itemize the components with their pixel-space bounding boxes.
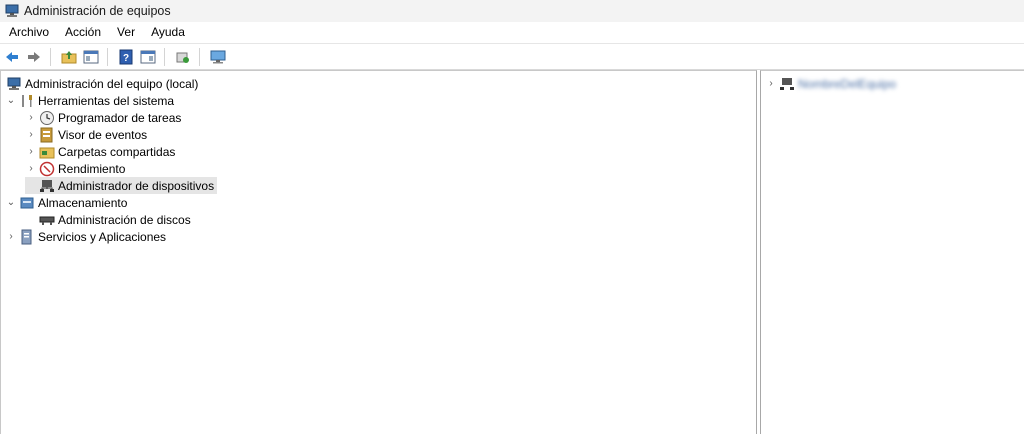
toolbar-separator — [50, 47, 51, 66]
forward-button[interactable] — [24, 47, 44, 67]
tree-item-task-scheduler[interactable]: › Programador de tareas — [25, 109, 181, 126]
menu-accion[interactable]: Acción — [57, 22, 109, 43]
help-icon: ? — [119, 49, 133, 64]
toolbar-separator — [107, 47, 108, 66]
clock-icon — [40, 110, 54, 125]
tree-item-label: Servicios y Aplicaciones — [38, 229, 167, 244]
up-folder-button[interactable] — [59, 47, 79, 67]
disk-management-icon — [39, 216, 55, 225]
computer-management-icon — [7, 77, 21, 90]
services-icon — [21, 229, 32, 244]
tree-item-label: Rendimiento — [58, 161, 126, 176]
properties-pane-icon — [140, 50, 156, 63]
menu-bar: Archivo Acción Ver Ayuda — [0, 22, 1024, 44]
tree-item-storage[interactable]: ⌄ Almacenamiento — [5, 194, 128, 211]
back-icon — [6, 51, 18, 62]
tree-item-label: Visor de eventos — [58, 127, 148, 142]
computer-management-icon — [5, 4, 19, 17]
storage-icon — [20, 197, 34, 208]
chevron-right-icon[interactable]: › — [5, 231, 17, 243]
tree-item-performance[interactable]: › Rendimiento — [25, 160, 125, 177]
tree-item-label: Administrador de dispositivos — [58, 178, 215, 193]
tree-item-system-tools[interactable]: ⌄ Herramientas del sistema — [5, 92, 174, 109]
show-hide-tree-button[interactable] — [81, 47, 101, 67]
tree-item-label: Administración de discos — [58, 212, 191, 227]
console-icon — [210, 50, 226, 63]
up-folder-icon — [61, 50, 77, 63]
chevron-down-icon[interactable]: ⌄ — [5, 197, 17, 209]
chevron-down-icon[interactable]: ⌄ — [5, 95, 17, 107]
chevron-right-icon[interactable]: › — [25, 163, 37, 175]
chevron-right-icon[interactable]: › — [25, 112, 37, 124]
tree-item-label: Administración del equipo (local) — [25, 76, 199, 91]
event-viewer-icon — [40, 127, 53, 142]
chevron-right-icon[interactable]: › — [25, 129, 37, 141]
toolbar-separator — [199, 47, 200, 66]
forward-icon — [28, 51, 40, 62]
tree-item-disk-management[interactable]: Administración de discos — [25, 211, 191, 228]
computer-icon — [780, 77, 794, 90]
back-button[interactable] — [2, 47, 22, 67]
tree-item-root[interactable]: Administración del equipo (local) — [4, 75, 198, 92]
properties-pane-button[interactable] — [138, 47, 158, 67]
tree-item-label: Programador de tareas — [58, 110, 182, 125]
device-manager-icon — [40, 179, 54, 192]
tree-item-device-manager[interactable]: Administrador de dispositivos — [25, 177, 218, 194]
tree-item-label: Almacenamiento — [38, 195, 128, 210]
export-icon — [176, 52, 189, 63]
chevron-right-icon[interactable]: › — [25, 146, 37, 158]
toolbar-separator — [164, 47, 165, 66]
tree-item-event-viewer[interactable]: › Visor de eventos — [25, 126, 147, 143]
menu-archivo[interactable]: Archivo — [0, 22, 57, 43]
device-tree-pane[interactable]: › NombreDelEquipo — [760, 70, 1024, 434]
menu-ver[interactable]: Ver — [109, 22, 143, 43]
device-tree-root[interactable]: › NombreDelEquipo — [765, 75, 896, 92]
svg-text:?: ? — [123, 53, 129, 64]
shared-folder-icon — [39, 147, 55, 158]
console-tree[interactable]: Administración del equipo (local) ⌄ Herr… — [0, 70, 757, 434]
show-hide-tree-icon — [83, 50, 99, 63]
tree-item-services-apps[interactable]: › Servicios y Aplicaciones — [5, 228, 166, 245]
tree-item-label: Carpetas compartidas — [58, 144, 176, 159]
chevron-right-icon[interactable]: › — [765, 78, 777, 90]
tools-icon — [22, 94, 32, 107]
tree-item-shared-folders[interactable]: › Carpetas compartidas — [25, 143, 175, 160]
console-button[interactable] — [208, 47, 228, 67]
tree-item-label: Herramientas del sistema — [38, 93, 175, 108]
export-button[interactable] — [173, 47, 193, 67]
help-button[interactable]: ? — [116, 47, 136, 67]
title-bar: Administración de equipos — [0, 0, 1024, 22]
computer-name-label: NombreDelEquipo — [798, 76, 897, 91]
performance-icon — [39, 161, 55, 176]
window-title: Administración de equipos — [24, 4, 171, 18]
menu-ayuda[interactable]: Ayuda — [143, 22, 193, 43]
toolbar: ? — [0, 44, 1024, 70]
